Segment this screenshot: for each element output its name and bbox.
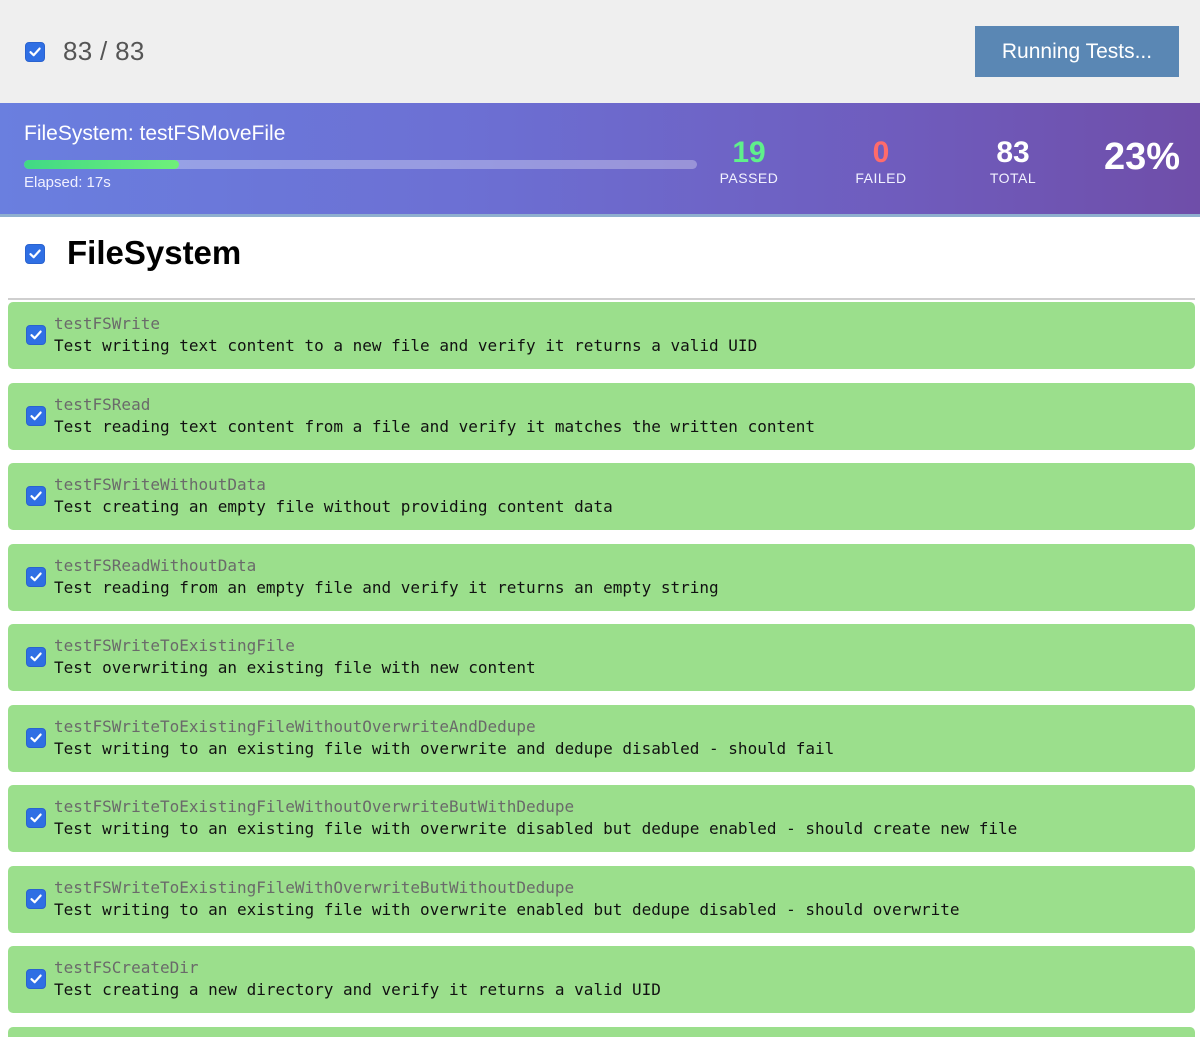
group-checkbox[interactable]: [25, 244, 45, 264]
test-name: testFSReadWithoutData: [54, 555, 257, 575]
test-description: Test creating an empty file without prov…: [54, 497, 613, 516]
run-tests-button[interactable]: Running Tests...: [975, 26, 1179, 77]
test-checkbox[interactable]: [26, 727, 46, 748]
current-test-label: FileSystem: testFSMoveFile: [24, 122, 286, 145]
test-description: Test writing text content to a new file …: [54, 336, 758, 355]
progress-bar: [24, 160, 697, 169]
test-item[interactable]: testFSWriteToExistingFileWithOverwriteBu…: [8, 865, 1195, 933]
test-runner-toolbar: 83 / 83 Running Tests...: [0, 0, 1200, 103]
test-item[interactable]: testFSWriteWithoutData Test creating an …: [8, 463, 1195, 530]
total-label: TOTAL: [989, 170, 1037, 186]
total-stat: 83 TOTAL: [958, 136, 1068, 187]
passed-label: PASSED: [719, 170, 779, 186]
test-checkbox[interactable]: [26, 888, 46, 909]
failed-label: FAILED: [855, 170, 907, 186]
checkmark-icon: [30, 330, 42, 340]
checkmark-icon: [30, 491, 42, 501]
progress-percent: 23%: [1103, 136, 1181, 178]
test-item[interactable]: [8, 1026, 1195, 1037]
test-description: Test overwriting an existing file with n…: [54, 658, 536, 677]
test-item[interactable]: testFSWriteToExistingFile Test overwriti…: [8, 624, 1195, 691]
test-checkbox[interactable]: [26, 969, 46, 989]
test-checkbox[interactable]: [26, 405, 46, 426]
test-checkbox[interactable]: [26, 325, 46, 345]
checkmark-icon: [30, 733, 42, 742]
group-divider: [8, 298, 1195, 300]
test-item[interactable]: testFSRead Test reading text content fro…: [8, 382, 1195, 450]
test-name: testFSWriteToExistingFileWithoutOverwrit…: [54, 716, 536, 736]
test-item[interactable]: testFSWrite Test writing text content to…: [8, 302, 1195, 369]
test-group-header: FileSystem: [0, 217, 1200, 300]
progress-bar-fill: [24, 160, 179, 169]
test-item[interactable]: testFSWriteToExistingFileWithoutOverwrit…: [8, 785, 1195, 852]
test-checkbox[interactable]: [26, 566, 46, 587]
test-name: testFSWriteToExistingFileWithOverwriteBu…: [54, 877, 575, 897]
test-description: Test writing to an existing file with ov…: [54, 819, 1018, 838]
checkmark-icon: [30, 894, 42, 903]
select-all-checkbox[interactable]: [25, 42, 45, 62]
checkmark-icon: [30, 572, 42, 581]
test-list: testFSWrite Test writing text content to…: [8, 302, 1195, 1037]
test-name: testFSWriteToExistingFileWithoutOverwrit…: [54, 797, 575, 816]
passed-stat: 19 PASSED: [694, 136, 804, 187]
checkmark-icon: [29, 249, 41, 259]
test-description: Test reading from an empty file and veri…: [54, 577, 719, 597]
test-checkbox[interactable]: [26, 486, 46, 506]
checkmark-icon: [29, 47, 41, 57]
test-item[interactable]: testFSWriteToExistingFileWithoutOverwrit…: [8, 704, 1195, 772]
test-description: Test writing to an existing file with ov…: [54, 738, 835, 758]
progress-banner: FileSystem: testFSMoveFile Elapsed: 17s …: [0, 103, 1200, 214]
selected-count: 83 / 83: [63, 36, 145, 66]
test-item[interactable]: testFSCreateDir Test creating a new dire…: [8, 946, 1195, 1013]
test-description: Test writing to an existing file with ov…: [54, 899, 960, 919]
test-name: testFSWriteWithoutData: [54, 475, 266, 494]
failed-stat: 0 FAILED: [826, 136, 936, 187]
test-checkbox[interactable]: [26, 647, 46, 667]
group-title: FileSystem: [67, 234, 242, 271]
checkmark-icon: [30, 813, 42, 823]
test-description: Test reading text content from a file an…: [54, 416, 815, 436]
test-description: Test creating a new directory and verify…: [54, 980, 661, 999]
checkmark-icon: [30, 974, 42, 984]
elapsed-time: Elapsed: 17s: [24, 174, 111, 191]
checkmark-icon: [30, 411, 42, 420]
test-item[interactable]: testFSReadWithoutData Test reading from …: [8, 543, 1195, 611]
passed-count: 19: [732, 136, 766, 169]
test-name: testFSWrite: [54, 314, 160, 333]
test-checkbox[interactable]: [26, 808, 46, 828]
test-name: testFSRead: [54, 394, 151, 414]
total-count: 83: [996, 136, 1030, 169]
test-name: testFSWriteToExistingFile: [54, 636, 295, 655]
test-name: testFSCreateDir: [54, 958, 199, 977]
failed-count: 0: [872, 136, 890, 169]
checkmark-icon: [30, 652, 42, 662]
